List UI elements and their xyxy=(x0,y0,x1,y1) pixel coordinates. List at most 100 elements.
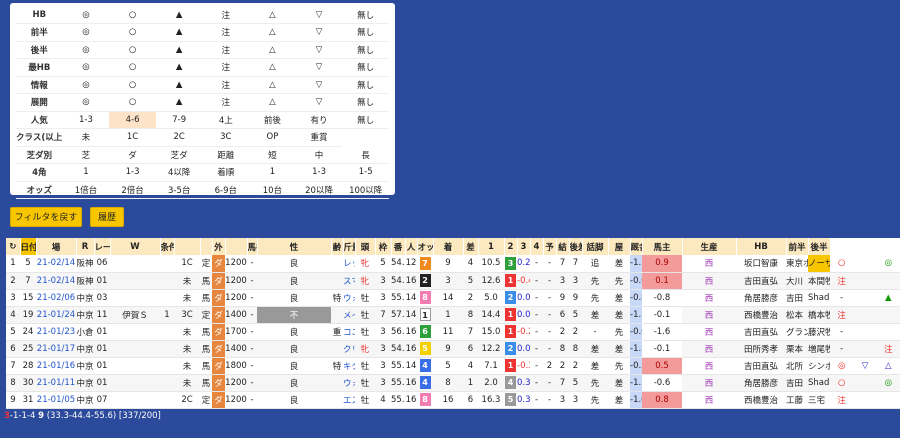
filter-option[interactable]: ▲ xyxy=(155,23,203,42)
column-header[interactable]: 齢 xyxy=(331,238,344,255)
filter-option[interactable]: ◎ xyxy=(62,76,110,94)
column-header[interactable]: 枠 xyxy=(375,238,392,255)
column-header[interactable]: 着 xyxy=(433,238,464,255)
filter-option[interactable]: ▽ xyxy=(295,41,343,59)
filter-option[interactable]: ▲ xyxy=(155,6,203,24)
filter-option[interactable]: ▽ xyxy=(295,76,343,94)
filter-option[interactable]: 2C xyxy=(155,128,203,147)
cell-horse[interactable]: エスシーミホーク xyxy=(343,391,355,409)
table-row[interactable]: 83021-01/11中京01未馬ダ1200-良ウォータークレスト牡355.01… xyxy=(6,374,900,392)
filter-option[interactable]: △ xyxy=(249,41,296,59)
filter-option[interactable]: 無し xyxy=(342,111,389,129)
filter-option[interactable]: 前後 xyxy=(249,111,296,129)
filter-option[interactable]: 1 xyxy=(249,163,296,182)
filter-option[interactable]: 1-3 xyxy=(109,163,156,182)
filter-option[interactable]: ▽ xyxy=(295,93,343,112)
filter-option[interactable]: ○ xyxy=(109,23,156,42)
column-header[interactable]: 外 xyxy=(212,238,226,255)
column-header[interactable]: 馬名 xyxy=(247,238,258,255)
column-header[interactable]: 前半 xyxy=(786,238,809,255)
filter-option[interactable]: 注 xyxy=(202,93,250,112)
filter-option[interactable]: 芝ダ xyxy=(155,146,203,164)
filter-option[interactable]: ダ xyxy=(109,146,156,164)
filter-option[interactable]: ◎ xyxy=(62,41,110,59)
cell-date[interactable]: 21-01/16 xyxy=(36,357,76,375)
filter-option[interactable]: ▽ xyxy=(295,23,343,42)
filter-option[interactable]: △ xyxy=(249,6,296,24)
column-header[interactable]: HB xyxy=(736,238,787,255)
cell-date[interactable]: 21-02/06 xyxy=(36,289,76,307)
filter-option[interactable]: 短 xyxy=(249,146,296,164)
filter-option[interactable]: 無し xyxy=(342,93,389,112)
table-row[interactable]: 72821-01/16中京01未馬ダ1800-良特キタノインディ牡355.014… xyxy=(6,357,900,375)
filter-option[interactable]: 1倍台 xyxy=(62,181,110,199)
column-header[interactable]: オッズ xyxy=(417,238,434,255)
column-header[interactable]: 後半 xyxy=(808,238,831,255)
filter-option[interactable]: 注 xyxy=(202,58,250,77)
table-row[interactable]: 52421-01/23小倉01未馬ダ1700-良重コニャックダイヤ牡356.01… xyxy=(6,323,900,341)
filter-option[interactable]: △ xyxy=(249,76,296,94)
filter-option[interactable]: ▽ xyxy=(295,58,343,77)
cell-date[interactable]: 21-01/17 xyxy=(36,340,76,358)
cell-date[interactable]: 21-01/24 xyxy=(36,306,76,324)
filter-option[interactable]: 注 xyxy=(202,6,250,24)
filter-option[interactable]: ▲ xyxy=(155,58,203,77)
column-header[interactable]: 場 xyxy=(36,238,77,255)
cell-horse[interactable]: キタノインディ xyxy=(343,357,355,375)
table-row[interactable]: 41921-01/24中京11伊賀Ｓ13C定ダ1400-不メイショウテンセイ牡7… xyxy=(6,306,900,324)
reset-filter-button[interactable]: フィルタを戻す xyxy=(10,207,82,227)
filter-option[interactable]: 3-5台 xyxy=(155,181,203,199)
filter-option[interactable]: ◎ xyxy=(62,93,110,112)
column-header[interactable]: 予 xyxy=(543,238,557,255)
filter-option[interactable]: ◎ xyxy=(62,58,110,77)
filter-option[interactable]: 7-9 xyxy=(155,111,203,129)
filter-option[interactable]: 10台 xyxy=(249,181,296,199)
column-header[interactable]: ↻ xyxy=(6,238,21,255)
filter-option[interactable]: 未 xyxy=(62,128,110,147)
filter-option[interactable]: ▲ xyxy=(155,41,203,59)
filter-option[interactable]: △ xyxy=(249,23,296,42)
filter-option[interactable]: ○ xyxy=(109,6,156,24)
column-header[interactable]: 生産 xyxy=(682,238,737,255)
column-header[interactable]: R xyxy=(76,238,95,255)
column-header[interactable]: 4 xyxy=(530,238,544,255)
column-header[interactable]: 人 xyxy=(405,238,418,255)
column-header[interactable]: 厩舎 xyxy=(630,238,643,255)
column-header[interactable]: 馬主 xyxy=(642,238,683,255)
filter-option[interactable]: 注 xyxy=(202,23,250,42)
filter-option[interactable]: ○ xyxy=(109,41,156,59)
filter-option[interactable]: 1C xyxy=(109,128,156,147)
column-header[interactable]: 結 xyxy=(556,238,570,255)
filter-option[interactable]: 1 xyxy=(62,163,110,182)
table-row[interactable]: 93121-01/05中京072C定ダ1200-良エスシーミホーク牡455.01… xyxy=(6,391,900,409)
column-header[interactable]: 日付 xyxy=(20,238,37,255)
filter-option[interactable]: 長 xyxy=(342,146,389,164)
filter-option[interactable]: ◎ xyxy=(62,23,110,42)
cell-horse[interactable]: コニャックダイヤ xyxy=(343,323,355,341)
cell-date[interactable]: 21-01/05 xyxy=(36,391,76,409)
filter-option[interactable]: 距離 xyxy=(202,146,250,164)
filter-option[interactable]: 芝 xyxy=(62,146,110,164)
filter-option[interactable]: OP xyxy=(249,128,296,147)
column-header[interactable] xyxy=(200,238,213,255)
filter-option[interactable]: 1-5 xyxy=(342,163,389,182)
filter-option[interactable]: 有り xyxy=(295,111,343,129)
history-button[interactable]: 履歴 xyxy=(90,207,124,227)
column-header[interactable]: 斤量 xyxy=(343,238,356,255)
filter-option[interactable]: 無し xyxy=(342,58,389,77)
cell-horse[interactable]: スマートネクタル xyxy=(343,272,355,290)
column-header[interactable] xyxy=(225,238,248,255)
column-header[interactable]: 番 xyxy=(391,238,406,255)
column-header[interactable]: 1 xyxy=(478,238,505,255)
filter-option[interactable]: 20以降 xyxy=(295,181,343,199)
cell-date[interactable]: 21-02/14 xyxy=(36,255,76,273)
filter-option[interactable]: 6-9台 xyxy=(202,181,250,199)
filter-option[interactable]: 無し xyxy=(342,76,389,94)
column-header[interactable]: 話脚 xyxy=(582,238,609,255)
filter-option[interactable]: ○ xyxy=(109,76,156,94)
filter-option[interactable]: 100以降 xyxy=(342,181,389,199)
column-header[interactable]: 2 xyxy=(504,238,518,255)
cell-horse[interactable]: クリノキララ xyxy=(343,340,355,358)
filter-option[interactable]: ▽ xyxy=(295,6,343,24)
column-header[interactable] xyxy=(174,238,201,255)
